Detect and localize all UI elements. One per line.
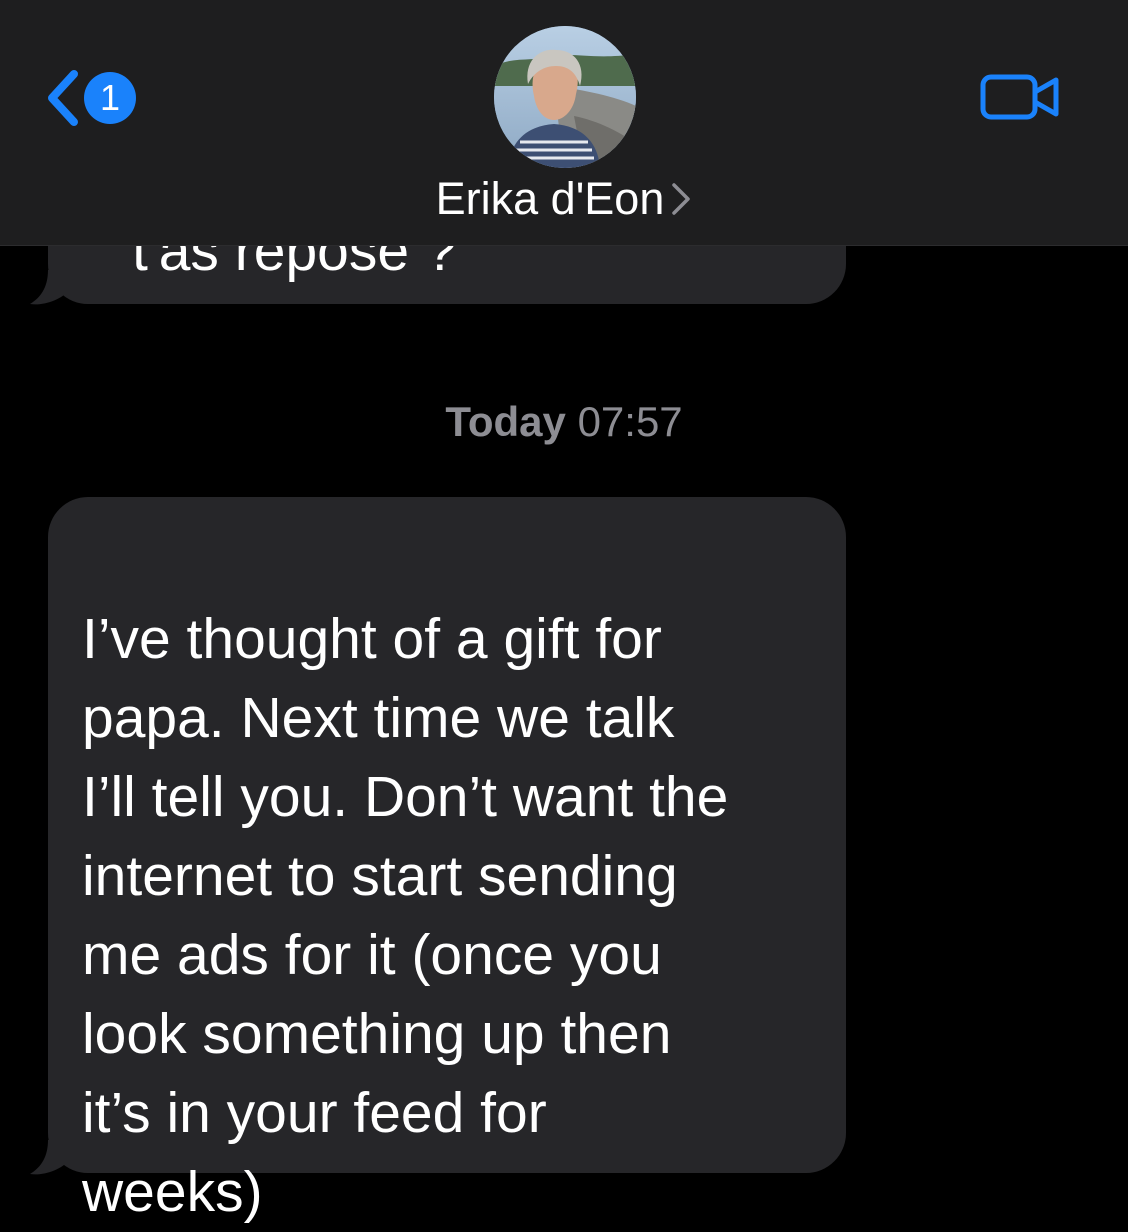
- contact-avatar[interactable]: [494, 26, 636, 168]
- incoming-message-bubble[interactable]: I’ve thought of a gift for papa. Next ti…: [48, 497, 846, 1224]
- timestamp-day: Today: [445, 398, 566, 445]
- avatar-photo: [494, 26, 636, 168]
- bubble-tail: [30, 1140, 70, 1175]
- timestamp-time: 07:57: [577, 398, 683, 445]
- unread-badge: 1: [84, 72, 136, 124]
- chevron-right-icon: [672, 183, 691, 215]
- message-text: I’ve thought of a gift for papa. Next ti…: [82, 607, 729, 1224]
- back-button[interactable]: 1: [44, 66, 144, 130]
- video-call-icon[interactable]: [980, 72, 1060, 122]
- bubble-tail: [30, 270, 70, 305]
- chevron-left-icon: [48, 70, 78, 126]
- contact-name-button[interactable]: Erika d'Eon: [380, 170, 748, 228]
- contact-name: Erika d'Eon: [435, 173, 665, 224]
- conversation-header: 1 Erika d'Eon: [0, 0, 1128, 246]
- message-timestamp: Today 07:57: [0, 394, 1128, 450]
